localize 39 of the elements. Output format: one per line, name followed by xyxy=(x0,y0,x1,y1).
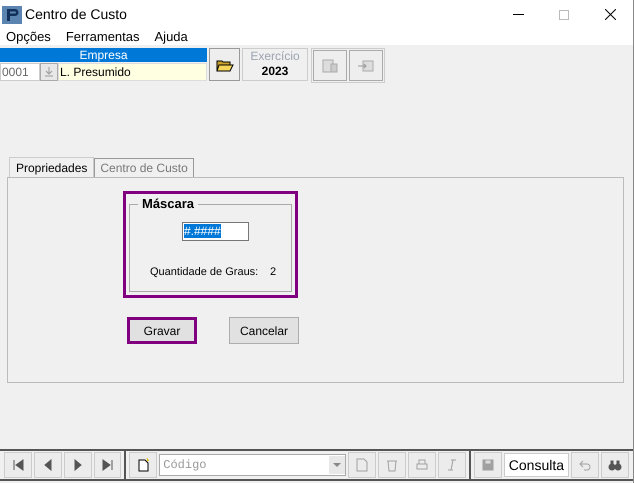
last-record-button[interactable] xyxy=(94,452,122,478)
tab[interactable]: Centro de Custo xyxy=(94,158,194,177)
company-code-field[interactable]: 0001 xyxy=(0,63,40,81)
open-folder-button[interactable] xyxy=(209,48,240,81)
window-title: Centro de Custo xyxy=(25,5,127,24)
company-name-field[interactable]: L. Presumido xyxy=(58,63,207,81)
import-icon xyxy=(358,60,374,72)
exercise-label: Exercício xyxy=(250,49,300,64)
new-document-icon xyxy=(136,458,150,472)
menu-item[interactable]: Opções xyxy=(6,27,51,47)
new-document-button[interactable] xyxy=(129,452,158,478)
next-record-button[interactable] xyxy=(64,452,92,478)
last-record-icon xyxy=(100,458,114,472)
menu-item[interactable]: Ferramentas xyxy=(66,27,140,47)
degrees-value: 2 xyxy=(270,265,276,280)
company-header: Empresa xyxy=(0,48,207,62)
first-record-button[interactable] xyxy=(4,452,32,478)
printer-icon xyxy=(414,458,429,472)
tab[interactable]: Propriedades xyxy=(9,157,94,178)
undo-icon xyxy=(578,458,592,472)
folder-icon xyxy=(216,58,234,72)
action-button[interactable]: Gravar xyxy=(127,317,197,344)
trash-icon xyxy=(385,458,400,472)
binoculars-button[interactable] xyxy=(601,452,629,478)
mask-input-field[interactable]: #.#### xyxy=(182,222,249,241)
mode-field: Consulta xyxy=(504,453,570,477)
action-button[interactable]: Cancelar xyxy=(229,317,299,344)
report-icon-button[interactable] xyxy=(313,50,347,81)
exercise-year: 2023 xyxy=(262,64,288,79)
app-logo-icon xyxy=(2,6,22,24)
previous-record-button[interactable] xyxy=(34,452,62,478)
document-icon xyxy=(322,58,338,72)
import-icon-button[interactable] xyxy=(349,50,383,81)
document-icon xyxy=(355,458,370,472)
first-record-icon xyxy=(10,458,25,472)
degrees-label: Quantidade de Graus: xyxy=(150,265,258,280)
download-icon[interactable] xyxy=(40,63,58,81)
binoculars-icon xyxy=(608,458,622,472)
menu-item[interactable]: Ajuda xyxy=(154,27,188,47)
